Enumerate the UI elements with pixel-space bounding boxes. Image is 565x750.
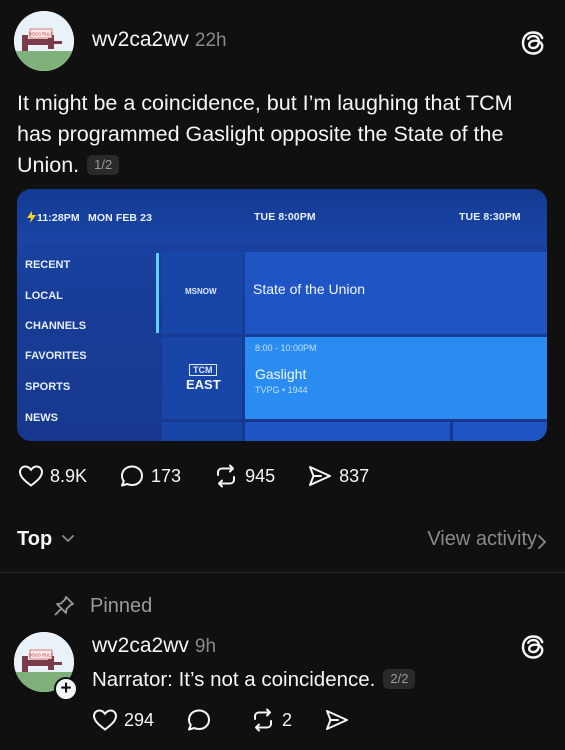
comment-button[interactable]: 173 — [119, 464, 181, 488]
tv-program-cell-3b — [453, 422, 547, 441]
like-count: 8.9K — [50, 465, 88, 486]
reply-repost-button[interactable]: 2 — [250, 708, 292, 732]
sort-row: Top View activity — [17, 526, 547, 556]
post-image-tv-guide[interactable]: 11:28PM MON FEB 23 TUE 8:00PM TUE 8:30PM… — [17, 189, 547, 441]
comment-count: 173 — [151, 465, 182, 486]
tv-sidebar-sports: SPORTS — [25, 381, 71, 393]
post-actions: 8.9K 173 945 837 — [18, 464, 401, 488]
reply-comment-button[interactable] — [186, 708, 218, 732]
reply-username[interactable]: wv2ca2wv 9h — [92, 634, 216, 658]
sort-dropdown[interactable]: Top — [17, 528, 52, 551]
share-count: 837 — [339, 465, 370, 486]
tv-channel-cell-3 — [162, 422, 242, 441]
repost-icon — [254, 708, 273, 732]
threads-logo-icon[interactable] — [518, 28, 548, 58]
tv-program-title-1: State of the Union — [253, 281, 366, 297]
share-icon — [326, 710, 349, 730]
username-text[interactable]: wv2ca2wv — [92, 28, 189, 51]
reply-like-button[interactable]: 294 — [92, 708, 154, 732]
repost-count: 945 — [245, 465, 276, 486]
reply-body: Narrator: It’s not a coincidence. — [92, 668, 376, 691]
reply-username-text[interactable]: wv2ca2wv — [92, 634, 189, 657]
tv-program-meta-2: TVPG • 1944 — [255, 385, 308, 395]
bolt-icon — [27, 211, 36, 223]
tv-channel-logo-2: TCM — [189, 364, 217, 376]
tv-clock: 11:28PM — [37, 212, 80, 224]
reply-like-count: 294 — [124, 709, 155, 730]
pin-icon — [54, 596, 74, 616]
tv-date: MON FEB 23 — [88, 212, 153, 224]
tv-sidebar-news: NEWS — [25, 412, 58, 424]
chevron-right-icon[interactable] — [537, 534, 547, 550]
tv-program-title-2: Gaslight — [255, 366, 307, 382]
pinned-label: Pinned — [52, 594, 152, 618]
reply-page-badge: 2/2 — [383, 669, 416, 689]
share-icon — [309, 466, 332, 486]
tv-program-time-2: 8:00 - 10:00PM — [255, 343, 317, 353]
reply-repost-count: 2 — [282, 709, 293, 730]
tv-sidebar-recent: RECENT — [25, 259, 71, 271]
comment-icon — [121, 465, 144, 487]
repost-icon — [217, 464, 236, 488]
post-text: It might be a coincidence, but I’m laugh… — [17, 88, 537, 181]
plus-icon[interactable]: + — [54, 677, 78, 701]
like-button[interactable]: 8.9K — [18, 464, 87, 488]
tv-focus-cursor — [156, 253, 159, 333]
avatar[interactable]: DOGS RULE — [14, 11, 74, 71]
view-activity-link[interactable]: View activity — [427, 528, 537, 551]
pinned-text: Pinned — [90, 594, 153, 617]
tv-slot-2: TUE 8:30PM — [459, 211, 521, 223]
reply-text: Narrator: It’s not a coincidence. 2/2 — [92, 668, 416, 692]
post-time: 22h — [194, 30, 227, 51]
reply-avatar-sign-text: DOGS RULE — [29, 653, 54, 658]
heart-icon — [92, 709, 118, 731]
divider — [0, 572, 565, 573]
reply-actions: 294 2 — [92, 708, 388, 732]
comment-icon — [188, 709, 211, 731]
chevron-down-icon[interactable] — [61, 534, 75, 544]
tv-sidebar-channels: CHANNELS — [25, 320, 87, 332]
post-username[interactable]: wv2ca2wv 22h — [92, 28, 227, 52]
tv-sidebar-local: LOCAL — [25, 290, 63, 302]
page-badge: 1/2 — [87, 155, 120, 175]
reply-share-button[interactable] — [324, 708, 356, 732]
tv-channel-sub-2: EAST — [186, 377, 221, 392]
avatar-sign-text: DOGS RULE — [29, 32, 54, 37]
threads-logo-icon[interactable] — [518, 632, 548, 662]
heart-icon — [18, 465, 44, 487]
share-button[interactable]: 837 — [307, 464, 369, 488]
tv-sidebar-favorites: FAVORITES — [25, 350, 87, 362]
reply-time: 9h — [194, 636, 217, 657]
tv-channel-logo-1: MSNOW — [185, 287, 217, 296]
tv-slot-1: TUE 8:00PM — [254, 211, 316, 223]
tv-program-cell-3a — [245, 422, 450, 441]
repost-button[interactable]: 945 — [213, 464, 275, 488]
